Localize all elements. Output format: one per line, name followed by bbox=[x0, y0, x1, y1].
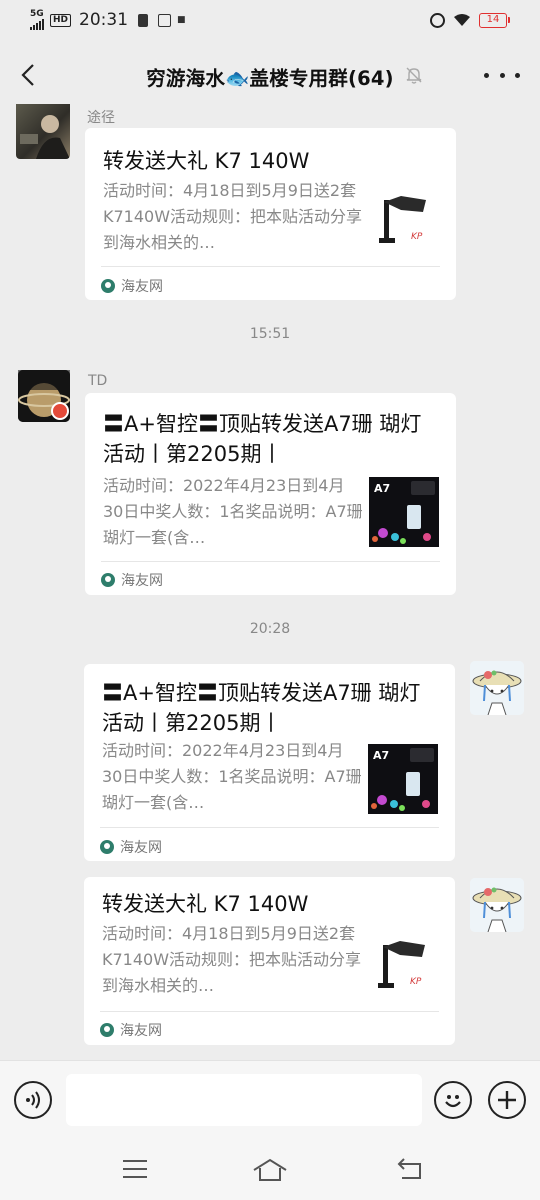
sender-name: TD bbox=[88, 373, 108, 389]
source-logo-icon bbox=[100, 1023, 114, 1037]
sender-name: 途径 bbox=[87, 110, 115, 126]
card-title: 〓A+智控〓顶贴转发送A7珊 瑚灯活动丨第2205期丨 bbox=[103, 412, 422, 466]
card-title: 转发送大礼 K7 140W bbox=[103, 149, 310, 173]
source-logo-icon bbox=[101, 573, 115, 587]
link-card[interactable]: 转发送大礼 K7 140W 活动时间：4月18日到5月9日送2套K7140W活动… bbox=[84, 877, 455, 1045]
time-separator: 20:28 bbox=[249, 621, 291, 637]
card-divider bbox=[100, 1011, 439, 1012]
card-divider bbox=[101, 561, 440, 562]
card-source: 海友网 bbox=[101, 276, 163, 296]
a7-product-image-icon: A7 bbox=[369, 477, 439, 547]
link-card[interactable]: 〓A+智控〓顶贴转发送A7珊 瑚灯活动丨第2205期丨 活动时间：2022年4月… bbox=[85, 393, 456, 595]
more-dots-icon[interactable] bbox=[484, 62, 520, 88]
source-name: 海友网 bbox=[120, 1023, 162, 1039]
card-title: 转发送大礼 K7 140W bbox=[102, 892, 309, 916]
home-icon[interactable] bbox=[252, 1156, 288, 1182]
card-thumbnail: A7 bbox=[368, 744, 438, 814]
status-bar: 5G HD 20:31 ■ 14 bbox=[0, 0, 540, 40]
avatar[interactable] bbox=[470, 878, 524, 932]
link-card[interactable]: 〓A+智控〓顶贴转发送A7珊 瑚灯活动丨第2205期丨 活动时间：2022年4月… bbox=[84, 664, 455, 861]
signal-indicator: 5G bbox=[30, 10, 44, 30]
card-source: 海友网 bbox=[101, 570, 163, 590]
hd-badge: HD bbox=[50, 13, 72, 27]
avatar[interactable] bbox=[470, 661, 524, 715]
card-divider bbox=[101, 266, 440, 267]
input-bar bbox=[0, 1060, 540, 1140]
plus-icon[interactable] bbox=[488, 1081, 526, 1119]
svg-text:A7: A7 bbox=[373, 749, 389, 762]
lamp-image-icon: KP bbox=[370, 935, 440, 1005]
source-name: 海友网 bbox=[120, 840, 162, 856]
network-type: 5G bbox=[30, 9, 44, 19]
source-name: 海友网 bbox=[121, 573, 163, 589]
status-right: 14 bbox=[430, 12, 510, 28]
card-thumbnail: A7 bbox=[369, 477, 439, 547]
card-description: 活动时间：4月18日到5月9日送2套K7140W活动规则：把本贴活动分享到海水相… bbox=[103, 181, 363, 252]
person-photo-icon bbox=[20, 115, 70, 159]
status-left: 5G HD 20:31 ■ bbox=[30, 10, 186, 30]
a7-product-image-icon: A7 bbox=[368, 744, 438, 814]
alarm-icon bbox=[430, 12, 445, 28]
app-notification-icon bbox=[158, 13, 172, 27]
emoji-icon[interactable] bbox=[434, 1081, 472, 1119]
svg-text:KP: KP bbox=[410, 977, 422, 987]
small-notification-icon: ■ bbox=[177, 15, 186, 25]
message-input[interactable] bbox=[66, 1074, 422, 1126]
menu-icon[interactable] bbox=[120, 1156, 150, 1182]
svg-text:A7: A7 bbox=[374, 482, 390, 495]
chat-title: 穷游海水🐟盖楼专用群(64) bbox=[146, 67, 394, 90]
cartoon-girl-avatar-icon bbox=[470, 661, 524, 715]
time-separator: 15:51 bbox=[249, 326, 291, 342]
card-source: 海友网 bbox=[100, 837, 162, 857]
card-description: 活动时间：2022年4月23日到4月30日中奖人数：1名奖品说明：A7珊瑚灯一套… bbox=[102, 741, 362, 812]
wifi-icon bbox=[454, 14, 470, 26]
navigation-bar bbox=[0, 1140, 540, 1200]
card-description: 活动时间：2022年4月23日到4月30日中奖人数：1名奖品说明：A7珊瑚灯一套… bbox=[103, 476, 363, 547]
bell-off-icon bbox=[406, 67, 422, 84]
voice-icon[interactable] bbox=[14, 1081, 52, 1119]
card-thumbnail: KP bbox=[371, 190, 441, 260]
battery-level: 14 bbox=[479, 12, 507, 28]
card-thumbnail: KP bbox=[370, 935, 440, 1005]
svg-text:KP: KP bbox=[411, 232, 423, 242]
avatar[interactable] bbox=[18, 370, 70, 422]
status-time: 20:31 bbox=[79, 10, 129, 30]
card-divider bbox=[100, 827, 439, 828]
source-logo-icon bbox=[101, 279, 115, 293]
card-title: 〓A+智控〓顶贴转发送A7珊 瑚灯活动丨第2205期丨 bbox=[102, 681, 421, 735]
notification-icon bbox=[138, 13, 149, 27]
status-dot-icon bbox=[51, 402, 69, 420]
link-card[interactable]: 转发送大礼 K7 140W 活动时间：4月18日到5月9日送2套K7140W活动… bbox=[85, 128, 456, 300]
battery-icon: 14 bbox=[479, 12, 510, 28]
source-name: 海友网 bbox=[121, 279, 163, 295]
chat-area[interactable]: 途径 转发送大礼 K7 140W 活动时间：4月18日到5月9日送2套K7140… bbox=[0, 104, 540, 1060]
card-source: 海友网 bbox=[100, 1020, 162, 1040]
avatar[interactable] bbox=[16, 104, 70, 159]
card-description: 活动时间：4月18日到5月9日送2套K7140W活动规则：把本贴活动分享到海水相… bbox=[102, 924, 362, 995]
back-icon[interactable] bbox=[396, 1156, 426, 1182]
title-bar: 穷游海水🐟盖楼专用群(64) bbox=[0, 48, 540, 102]
lamp-image-icon: KP bbox=[371, 190, 441, 260]
cartoon-girl-avatar-icon bbox=[470, 878, 524, 932]
source-logo-icon bbox=[100, 840, 114, 854]
signal-bars-icon bbox=[30, 19, 44, 30]
